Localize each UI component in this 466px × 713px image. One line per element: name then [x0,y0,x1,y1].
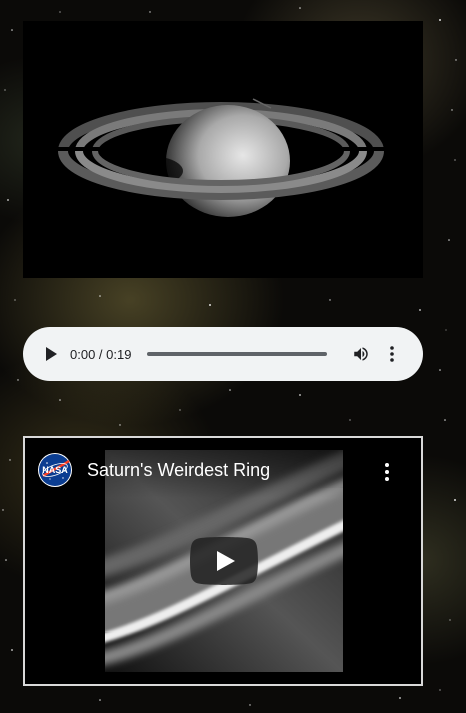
more-vert-icon[interactable] [385,344,399,364]
video-header: NASA Saturn's Weirdest Ring [25,438,421,498]
audio-player: 0:00 / 0:19 [23,327,423,381]
svg-text:NASA: NASA [42,465,68,475]
video-title[interactable]: Saturn's Weirdest Ring [87,460,270,481]
play-icon[interactable] [39,342,63,366]
youtube-video-embed[interactable]: NASA Saturn's Weirdest Ring [23,436,423,686]
saturn-image [23,21,423,278]
nasa-logo-icon[interactable]: NASA [38,453,72,487]
audio-time-display: 0:00 / 0:19 [70,346,132,362]
saturn-illustration [23,21,423,278]
youtube-play-icon[interactable] [190,537,258,585]
audio-progress-bar[interactable] [147,352,328,356]
more-vert-icon[interactable] [383,462,391,482]
volume-icon[interactable] [351,344,371,364]
